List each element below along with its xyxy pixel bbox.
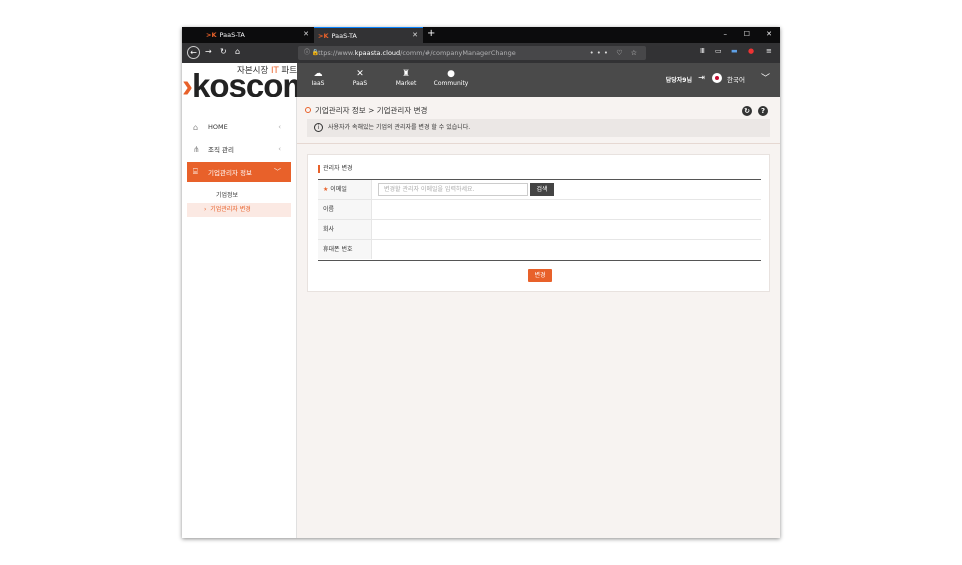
- email-field[interactable]: 변경할 관리자 이메일을 입력하세요.: [378, 183, 528, 196]
- page-actions-icon[interactable]: ••• ♡ ☆: [590, 46, 640, 60]
- language-select[interactable]: 한국어: [727, 74, 745, 84]
- chevron-down-icon: ﹀: [274, 168, 281, 176]
- sidebar-item-label: HOME: [208, 123, 228, 131]
- menu-label: IaaS: [311, 80, 325, 87]
- browser-window: >K PaaS-TA ✕ >K PaaS-TA ✕ + – ☐ ✕ ← → ↻ …: [182, 27, 780, 538]
- maximize-button[interactable]: ☐: [744, 30, 750, 38]
- url-bar[interactable]: ⓘ 🔒 https://www.kpaasta.cloud/comm/#/com…: [298, 46, 646, 60]
- extension-red-icon[interactable]: ●: [748, 47, 754, 55]
- url-domain: kpaasta.cloud: [354, 49, 401, 57]
- browser-tab-1[interactable]: >K PaaS-TA ✕: [182, 27, 314, 43]
- tab-title: PaaS-TA: [331, 31, 357, 40]
- form-table: ★ 이메일 변경할 관리자 이메일을 입력하세요. 검색 이름 회사 휴대폰 번…: [318, 179, 761, 261]
- section-title: 관리자 변경: [318, 165, 353, 173]
- change-button[interactable]: 변경: [528, 269, 552, 282]
- basket-icon: ♜: [401, 69, 411, 79]
- notice-box: i 사용자가 속해있는 기업의 관리자를 변경 할 수 있습니다.: [307, 119, 770, 137]
- sidebar-item-org[interactable]: ⋔ 조직 관리 ‹: [187, 139, 291, 159]
- favicon-icon: >K: [206, 31, 217, 39]
- search-button[interactable]: 검색: [530, 183, 554, 196]
- new-tab-button[interactable]: +: [427, 28, 435, 39]
- menu-label: Community: [433, 80, 469, 87]
- library-icon[interactable]: Ⅲ: [700, 47, 705, 55]
- logout-icon[interactable]: ⇥: [698, 73, 705, 82]
- sidebar-toggle-icon[interactable]: ▭: [715, 47, 722, 55]
- menu-market[interactable]: ♜ Market: [391, 69, 421, 87]
- sidebar: ⌂ HOME ‹ ⋔ 조직 관리 ‹ ⌸ 기업관리자 정보 ﹀ 기업정보 › 기…: [182, 97, 297, 538]
- table-row: ★ 이메일 변경할 관리자 이메일을 입력하세요. 검색: [318, 180, 761, 200]
- company-label: 회사: [318, 220, 372, 239]
- extension-icon[interactable]: ▬: [731, 47, 738, 55]
- sidebar-item-label: 기업관리자 정보: [208, 169, 252, 177]
- admin-change-panel: 관리자 변경 ★ 이메일 변경할 관리자 이메일을 입력하세요. 검색 이름 회…: [307, 154, 770, 292]
- lock-icon: ⓘ 🔒: [304, 49, 320, 56]
- tools-icon: ✕: [356, 69, 364, 79]
- phone-label: 휴대폰 번호: [318, 240, 372, 259]
- forward-icon[interactable]: →: [205, 47, 212, 56]
- email-label: ★ 이메일: [318, 180, 372, 199]
- company-icon: ⌸: [193, 167, 198, 176]
- cloud-icon: ☁: [313, 69, 323, 79]
- favicon-icon: >K: [318, 31, 329, 40]
- tab-title: PaaS-TA: [219, 31, 245, 39]
- tab-bar: >K PaaS-TA ✕ >K PaaS-TA ✕ + – ☐ ✕: [182, 27, 780, 43]
- table-row: 회사: [318, 220, 761, 240]
- breadcrumb: 기업관리자 정보 > 기업관리자 변경: [305, 105, 427, 116]
- sidebar-sub-label: 기업관리자 변경: [210, 206, 251, 213]
- site-content: 자본시장 IT 파트너 ›koscom ☁ IaaS ✕ PaaS ♜ Mark…: [182, 63, 780, 538]
- sidebar-item-home[interactable]: ⌂ HOME ‹: [187, 117, 291, 137]
- sidebar-sub-admin-change[interactable]: › 기업관리자 변경: [187, 203, 291, 217]
- minimize-button[interactable]: –: [724, 30, 728, 38]
- info-icon: i: [314, 123, 323, 132]
- org-icon: ⋔: [193, 144, 200, 154]
- browser-tab-2[interactable]: >K PaaS-TA ✕: [314, 27, 423, 43]
- menu-paas[interactable]: ✕ PaaS: [347, 69, 373, 87]
- chat-icon: ●: [447, 69, 455, 79]
- chevron-left-icon: ‹: [278, 145, 281, 153]
- url-prefix: https://www.: [314, 49, 355, 57]
- sidebar-sub-company-info[interactable]: 기업정보: [187, 189, 291, 203]
- logo[interactable]: 자본시장 IT 파트너 ›koscom: [182, 63, 297, 97]
- back-button[interactable]: ←: [187, 46, 200, 59]
- breadcrumb-text: 기업관리자 정보 > 기업관리자 변경: [315, 106, 428, 115]
- refresh-icon[interactable]: ↻: [742, 106, 752, 116]
- reload-icon[interactable]: ↻: [220, 47, 227, 56]
- close-tab-icon[interactable]: ✕: [412, 31, 418, 39]
- menu-iaas[interactable]: ☁ IaaS: [305, 69, 331, 87]
- logo-wordmark: ›koscom: [182, 67, 297, 97]
- korea-flag-icon: [712, 73, 722, 83]
- user-name[interactable]: 담당자9님: [666, 75, 692, 84]
- close-tab-icon[interactable]: ✕: [303, 30, 309, 38]
- sidebar-item-label: 조직 관리: [208, 146, 234, 154]
- table-row: 이름: [318, 200, 761, 220]
- nav-bar: ← → ↻ ⌂ ⓘ 🔒 https://www.kpaasta.cloud/co…: [182, 43, 780, 63]
- home-icon: ⌂: [193, 122, 199, 132]
- top-menu: ☁ IaaS ✕ PaaS ♜ Market ● Community 담당자9님…: [297, 63, 780, 97]
- chevron-down-icon[interactable]: ﹀: [761, 71, 770, 84]
- menu-label: PaaS: [352, 80, 368, 87]
- close-window-button[interactable]: ✕: [766, 30, 772, 38]
- sidebar-item-company-admin[interactable]: ⌸ 기업관리자 정보 ﹀: [187, 162, 291, 182]
- table-row: 휴대폰 번호: [318, 240, 761, 260]
- home-button-icon[interactable]: ⌂: [235, 47, 240, 56]
- menu-label: Market: [395, 80, 417, 87]
- menu-icon[interactable]: ≡: [766, 47, 772, 55]
- help-icon[interactable]: ?: [758, 106, 768, 116]
- notice-text: 사용자가 속해있는 기업의 관리자를 변경 할 수 있습니다.: [328, 124, 471, 131]
- divider: [297, 143, 780, 144]
- name-label: 이름: [318, 200, 372, 219]
- bullet-icon: [305, 107, 311, 113]
- menu-community[interactable]: ● Community: [431, 69, 471, 87]
- chevron-left-icon: ‹: [278, 123, 281, 131]
- url-path: /comm/#/companyManagerChange: [400, 49, 516, 57]
